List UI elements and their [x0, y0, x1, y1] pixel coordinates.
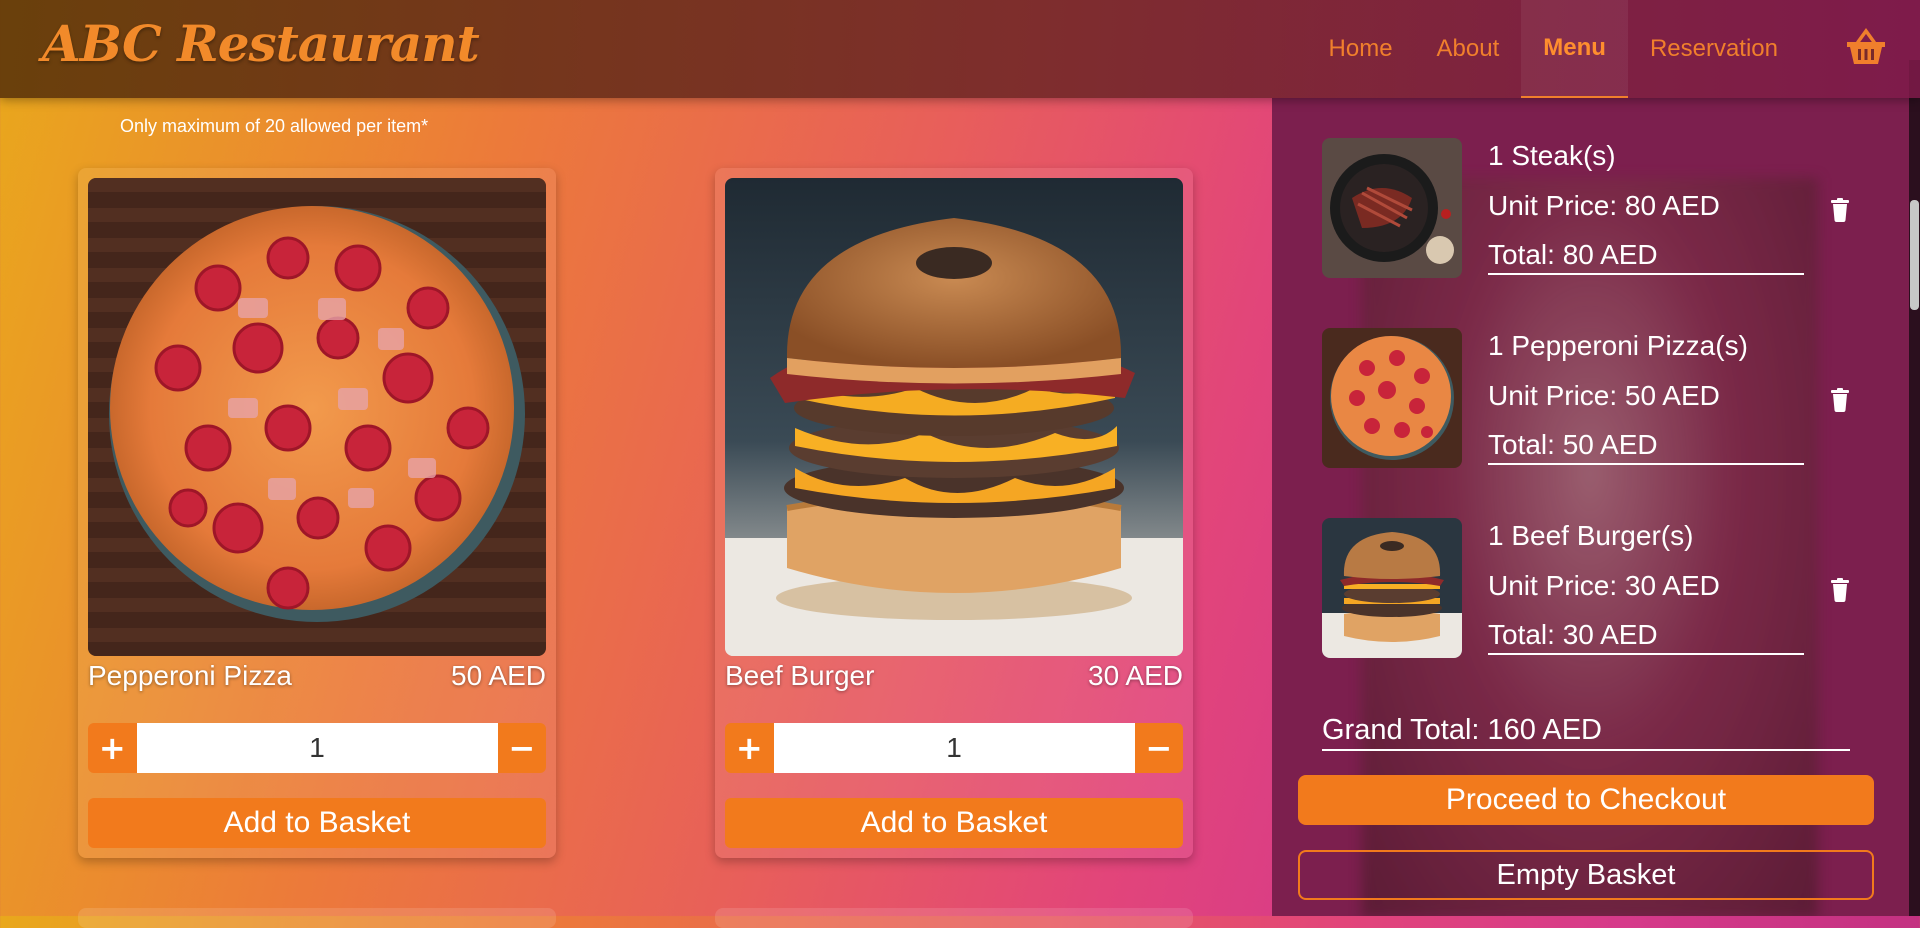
pizza-thumbnail: [1322, 328, 1462, 468]
basket-icon[interactable]: [1844, 26, 1888, 70]
proceed-to-checkout-button[interactable]: Proceed to Checkout: [1298, 775, 1874, 825]
nav-menu[interactable]: Menu: [1521, 0, 1628, 98]
quantity-input[interactable]: [136, 723, 498, 773]
grand-total: Grand Total: 160 AED: [1322, 714, 1850, 751]
add-to-basket-button[interactable]: Add to Basket: [725, 798, 1183, 848]
basket-item-unit-price: Unit Price: 50 AED: [1488, 380, 1720, 411]
basket-item: 1 Pepperoni Pizza(s) Unit Price: 50 AED …: [1322, 328, 1882, 478]
nav-home[interactable]: Home: [1307, 0, 1415, 98]
empty-basket-button[interactable]: Empty Basket: [1298, 850, 1874, 900]
basket-panel: 1 Steak(s) Unit Price: 80 AED Total: 80 …: [1272, 98, 1909, 916]
menu-card-beef-burger: Beef Burger 30 AED + − Add to Basket: [715, 168, 1193, 858]
basket-item-title: 1 Beef Burger(s): [1488, 520, 1694, 551]
item-name: Pepperoni Pizza: [88, 660, 292, 691]
delete-icon[interactable]: [1830, 388, 1850, 412]
delete-icon[interactable]: [1830, 198, 1850, 222]
basket-item: 1 Beef Burger(s) Unit Price: 30 AED Tota…: [1322, 518, 1882, 668]
nav-links: Home About Menu Reservation: [1307, 0, 1800, 98]
basket-item-title: 1 Pepperoni Pizza(s): [1488, 330, 1748, 361]
scrollbar-thumb[interactable]: [1910, 200, 1919, 310]
basket-item-unit-price: Unit Price: 80 AED: [1488, 190, 1720, 221]
scrollbar[interactable]: [1909, 60, 1920, 916]
steak-thumbnail: [1322, 138, 1462, 278]
decrement-button[interactable]: −: [497, 723, 546, 773]
add-to-basket-button[interactable]: Add to Basket: [88, 798, 546, 848]
basket-item-total: Total: 80 AED: [1488, 239, 1804, 275]
quantity-stepper: + −: [88, 723, 546, 773]
next-card-peek: [715, 908, 1193, 928]
burger-thumbnail: [1322, 518, 1462, 658]
nav-about[interactable]: About: [1415, 0, 1522, 98]
basket-item-total: Total: 30 AED: [1488, 619, 1804, 655]
increment-button[interactable]: +: [88, 723, 137, 773]
basket-item-title: 1 Steak(s): [1488, 140, 1616, 171]
pizza-image: [88, 178, 546, 656]
delete-icon[interactable]: [1830, 578, 1850, 602]
basket-item-unit-price: Unit Price: 30 AED: [1488, 570, 1720, 601]
burger-image: [725, 178, 1183, 656]
quantity-stepper: + −: [725, 723, 1183, 773]
basket-item: 1 Steak(s) Unit Price: 80 AED Total: 80 …: [1322, 138, 1882, 288]
navbar: ABC Restaurant Home About Menu Reservati…: [0, 0, 1920, 98]
max-notice: Only maximum of 20 allowed per item*: [120, 116, 429, 136]
quantity-input[interactable]: [773, 723, 1135, 773]
brand-logo[interactable]: ABC Restaurant: [42, 14, 480, 73]
nav-reservation[interactable]: Reservation: [1628, 0, 1800, 98]
basket-item-total: Total: 50 AED: [1488, 429, 1804, 465]
item-price: 50 AED: [451, 660, 546, 691]
item-price: 30 AED: [1088, 660, 1183, 691]
next-card-peek: [78, 908, 556, 928]
decrement-button[interactable]: −: [1134, 723, 1183, 773]
item-name: Beef Burger: [725, 660, 875, 691]
menu-card-pepperoni-pizza: Pepperoni Pizza 50 AED + − Add to Basket: [78, 168, 556, 858]
increment-button[interactable]: +: [725, 723, 774, 773]
